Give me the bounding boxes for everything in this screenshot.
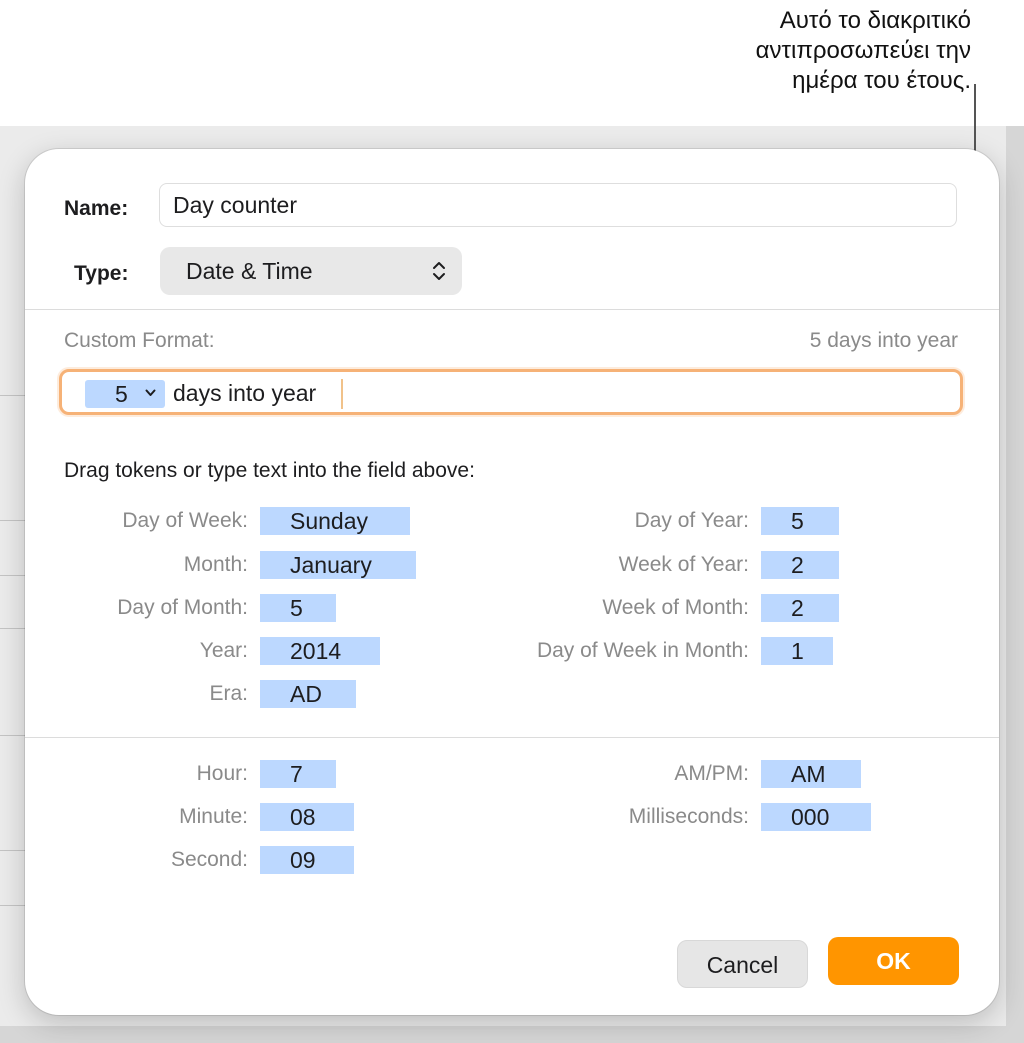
token-week-of-year[interactable]: 2 <box>761 551 839 579</box>
label-day-of-week: Day of Week: <box>122 509 248 532</box>
token-month[interactable]: January <box>260 551 416 579</box>
token-era[interactable]: AD <box>260 680 356 708</box>
label-month: Month: <box>183 553 248 576</box>
day-of-year-token-chip[interactable]: 5 <box>85 380 165 408</box>
type-select-value: Date & Time <box>186 258 313 284</box>
background-row-line <box>0 395 26 396</box>
format-text: days into year <box>173 380 317 406</box>
token-am-pm[interactable]: AM <box>761 760 861 788</box>
text-caret <box>341 379 343 409</box>
token-hour[interactable]: 7 <box>260 760 336 788</box>
token-day-of-week-in-month[interactable]: 1 <box>761 637 833 665</box>
token-week-of-month[interactable]: 2 <box>761 594 839 622</box>
token-milliseconds[interactable]: 000 <box>761 803 871 831</box>
custom-format-field[interactable]: 5 days into year <box>59 369 963 415</box>
label-hour: Hour: <box>196 762 248 785</box>
format-preview: 5 days into year <box>809 329 958 352</box>
label-day-of-month: Day of Month: <box>117 596 248 619</box>
background-row-line <box>0 575 26 576</box>
name-field[interactable]: Day counter <box>159 183 957 227</box>
background-row-line <box>0 735 26 736</box>
token-minute[interactable]: 08 <box>260 803 354 831</box>
custom-format-label: Custom Format: <box>64 329 215 352</box>
label-year: Year: <box>199 639 248 662</box>
label-week-of-month: Week of Month: <box>602 596 749 619</box>
custom-format-dialog: Name: Day counter Type: Date & Time Cust… <box>25 149 999 1015</box>
section-divider <box>25 309 999 310</box>
ok-button[interactable]: OK <box>828 937 959 985</box>
label-second: Second: <box>170 848 248 871</box>
section-divider <box>25 737 999 738</box>
cancel-button[interactable]: Cancel <box>677 940 808 988</box>
label-era: Era: <box>209 682 248 705</box>
updown-chevron-icon <box>433 262 445 280</box>
background-row-line <box>0 850 26 851</box>
background-row-line <box>0 905 26 906</box>
token-second[interactable]: 09 <box>260 846 354 874</box>
token-day-of-year[interactable]: 5 <box>761 507 839 535</box>
token-day-of-month[interactable]: 5 <box>260 594 336 622</box>
label-milliseconds: Milliseconds: <box>628 805 749 828</box>
name-label: Name: <box>64 197 129 220</box>
background-row-line <box>0 520 26 521</box>
instructions-text: Drag tokens or type text into the field … <box>64 459 475 482</box>
callout-text: Αυτό το διακριτικό αντιπροσωπεύει την ημ… <box>755 7 971 94</box>
token-day-of-week[interactable]: Sunday <box>260 507 410 535</box>
token-chip-value: 5 <box>115 381 128 407</box>
label-am-pm: AM/PM: <box>674 762 749 785</box>
label-week-of-year: Week of Year: <box>618 553 749 576</box>
type-label: Type: <box>74 262 129 285</box>
chevron-down-icon[interactable] <box>145 389 156 397</box>
background-row-line <box>0 628 26 629</box>
token-year[interactable]: 2014 <box>260 637 380 665</box>
type-select[interactable]: Date & Time <box>160 247 462 295</box>
label-day-of-year: Day of Year: <box>634 509 749 532</box>
label-minute: Minute: <box>179 805 248 828</box>
label-day-of-week-in-month: Day of Week in Month: <box>536 639 749 662</box>
